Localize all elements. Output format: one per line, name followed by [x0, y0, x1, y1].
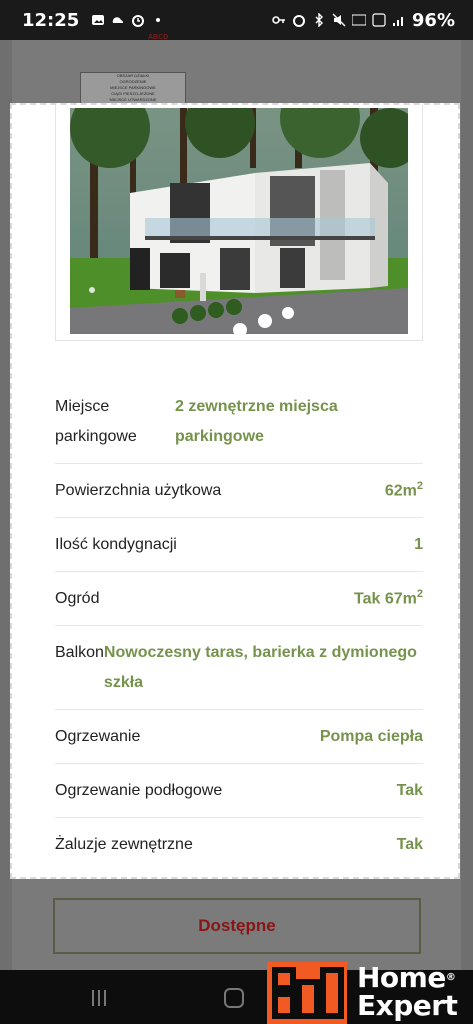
alarm-icon	[132, 15, 145, 27]
home-button[interactable]	[224, 988, 244, 1008]
battery-percent: 96%	[411, 9, 455, 31]
home-expert-logo: Home® Expert	[267, 962, 473, 1024]
spec-value: 62m2	[385, 480, 423, 500]
spec-label: Ogrzewanie	[55, 727, 141, 745]
legend-tag: ABCD	[148, 34, 169, 41]
spec-row-parking: Miejsce parkingowe 2 zewnętrzne miejsca …	[55, 380, 423, 464]
spec-label: Ogrzewanie podłogowe	[55, 781, 223, 799]
spec-label: Balkon	[55, 644, 104, 661]
spec-value-text: 62m	[384, 482, 417, 500]
logo-text: Home® Expert	[357, 964, 458, 1022]
logo-line2: Expert	[357, 989, 458, 1022]
spec-value: 2 zewnętrzne miejsca parkingowe	[175, 397, 338, 445]
photo-frame	[55, 105, 423, 341]
status-right-icons: 96%	[272, 10, 455, 31]
home-expert-logo-mark	[267, 962, 347, 1024]
mute-icon	[332, 13, 346, 27]
spec-row-blinds: Żaluzje zewnętrzne Tak	[55, 818, 423, 872]
house-photo[interactable]	[70, 108, 408, 334]
status-bar: 12:25 96%	[0, 0, 473, 40]
signal-icon	[392, 17, 403, 26]
spec-label: Ilość kondygnacji	[55, 535, 177, 553]
specs-list: Miejsce parkingowe 2 zewnętrzne miejsca …	[55, 380, 423, 872]
spec-label: Żaluzje zewnętrzne	[55, 836, 193, 853]
spec-value-text: Tak 67m	[354, 590, 417, 608]
spec-row-garden: Ogród Tak 67m2	[55, 572, 423, 626]
spec-row-floors: Ilość kondygnacji 1	[55, 518, 423, 572]
status-time: 12:25	[22, 9, 80, 31]
cloud-icon	[113, 17, 124, 23]
house-render-image	[70, 108, 408, 334]
apartment-details-modal: Miejsce parkingowe 2 zewnętrzne miejsca …	[10, 103, 460, 879]
volte-icon	[351, 14, 366, 26]
image-icon	[92, 15, 105, 25]
logo-registered: ®	[445, 972, 456, 983]
spec-value: Tak 67m2	[354, 588, 423, 608]
spec-value: Tak	[396, 781, 423, 799]
spec-label: Miejsce parkingowe	[55, 397, 137, 445]
dot-icon	[156, 18, 161, 22]
status-left-icons	[91, 13, 165, 27]
spec-value: Tak	[396, 836, 423, 853]
spec-value: 1	[414, 535, 423, 553]
spec-label: Powierzchnia użytkowa	[55, 481, 222, 499]
spec-row-floor-heating: Ogrzewanie podłogowe Tak	[55, 764, 423, 818]
spec-row-heating: Ogrzewanie Pompa ciepła	[55, 710, 423, 764]
spec-row-balcony: Balkon Nowoczesny taras, barierka z dymi…	[55, 626, 423, 710]
5g-icon	[372, 13, 386, 27]
spec-label: Ogród	[55, 589, 100, 607]
available-button[interactable]: Dostępne	[53, 898, 421, 954]
spec-value: Pompa ciepła	[319, 727, 423, 745]
spec-row-area: Powierzchnia użytkowa 62m2	[55, 464, 423, 518]
recent-apps-button[interactable]	[92, 990, 112, 1006]
spec-value-sup: 2	[416, 588, 423, 601]
bluetooth-icon	[315, 13, 323, 27]
spec-value-sup: 2	[416, 480, 423, 493]
key-icon	[272, 16, 285, 24]
alarm-icon	[292, 15, 305, 27]
spec-value: Nowoczesny taras, barierka z dymionego s…	[103, 643, 417, 691]
